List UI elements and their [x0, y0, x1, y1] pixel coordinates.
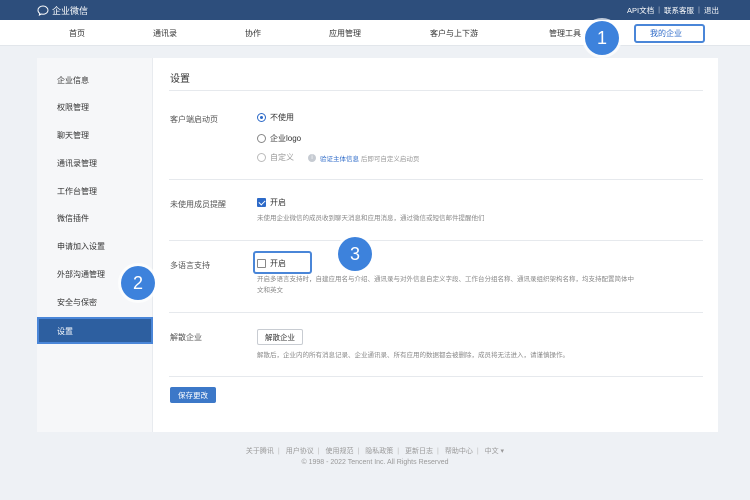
- nav-customers[interactable]: 客户与上下游: [430, 28, 478, 39]
- language-select[interactable]: 中文 ▾: [485, 448, 504, 455]
- top-bar: 企业微信 API文档 | 联系客服 | 退出: [0, 0, 750, 20]
- multilang-description: 开启多语言支持时，自建应用名与介绍、通讯录与对外信息自定义字段、工作台分组名称、…: [257, 274, 707, 296]
- option-label: 自定义: [270, 153, 294, 162]
- page-title: 设置: [170, 74, 190, 85]
- reminder-label: 未使用成员提醒: [170, 200, 226, 209]
- verify-suffix: 后即可自定义启动页: [360, 155, 420, 163]
- contact-support-link[interactable]: 联系客服: [664, 5, 694, 16]
- divider: [169, 312, 703, 313]
- api-docs-link[interactable]: API文档: [627, 5, 654, 16]
- footer-link-privacy[interactable]: 隐私政策: [365, 448, 393, 455]
- nav-app-management[interactable]: 应用管理: [329, 28, 361, 39]
- nav-contacts[interactable]: 通讯录: [153, 28, 177, 39]
- checkbox-label: 开启: [270, 198, 286, 207]
- save-changes-button[interactable]: 保存更改: [170, 387, 216, 403]
- footer-links: 关于腾讯 | 用户协议 | 使用规范 | 隐私政策 | 更新日志 | 帮助中心 | 中文 ▾: [245, 448, 505, 455]
- info-icon: i: [308, 153, 316, 162]
- nav-management-tools[interactable]: 管理工具: [549, 28, 581, 39]
- radio-selected[interactable]: [257, 113, 266, 122]
- sidebar-item-enterprise-info[interactable]: 企业信息: [57, 75, 89, 86]
- desc-line: 文和英文: [257, 287, 283, 294]
- highlight-box-multilang: [253, 251, 312, 274]
- checkbox-checked[interactable]: [257, 198, 266, 207]
- nav-collaboration[interactable]: 协作: [245, 28, 261, 39]
- radio[interactable]: [257, 134, 266, 143]
- divider: [169, 240, 703, 241]
- startup-option-none[interactable]: 不使用: [257, 112, 294, 123]
- sidebar-item-chat[interactable]: 聊天管理: [57, 130, 89, 141]
- highlight-box-my-enterprise: [634, 24, 705, 43]
- verify-entity-link[interactable]: 验证主体信息: [320, 156, 359, 163]
- option-label: 企业logo: [270, 134, 302, 143]
- divider: [169, 90, 703, 91]
- footer-link-changelog[interactable]: 更新日志: [405, 448, 433, 455]
- reminder-toggle[interactable]: 开启: [257, 197, 286, 208]
- sidebar-item-wechat-plugin[interactable]: 微信插件: [57, 213, 89, 224]
- radio-disabled: [257, 153, 266, 162]
- startup-option-logo[interactable]: 企业logo: [257, 133, 301, 144]
- step-badge-1: 1: [585, 21, 619, 55]
- startup-label: 客户端启动页: [170, 115, 218, 124]
- sidebar-item-label: 设置: [57, 327, 73, 336]
- top-links: API文档 | 联系客服 | 退出: [627, 5, 719, 16]
- main-nav: 首页 通讯录 协作 应用管理 客户与上下游 管理工具 我的企业: [0, 20, 750, 46]
- footer-link-help[interactable]: 帮助中心: [445, 448, 473, 455]
- sidebar-item-permissions[interactable]: 权限管理: [57, 102, 89, 113]
- sidebar-item-security[interactable]: 安全与保密: [57, 297, 97, 308]
- app-logo[interactable]: 企业微信: [37, 4, 88, 16]
- footer-link-terms[interactable]: 用户协议: [286, 448, 314, 455]
- sidebar-item-contacts[interactable]: 通讯录管理: [57, 158, 97, 169]
- nav-home[interactable]: 首页: [69, 28, 85, 39]
- sidebar-item-workbench[interactable]: 工作台管理: [57, 186, 97, 197]
- wecom-logo-icon: [37, 4, 49, 16]
- multilang-label: 多语言支持: [170, 261, 210, 270]
- dissolve-button[interactable]: 解散企业: [257, 329, 303, 345]
- step-badge-3: 3: [338, 237, 372, 271]
- logout-link[interactable]: 退出: [704, 5, 719, 16]
- main-panel: 企业信息 权限管理 聊天管理 通讯录管理 工作台管理 微信插件 申请加入设置 外…: [37, 58, 718, 432]
- sidebar: 企业信息 权限管理 聊天管理 通讯录管理 工作台管理 微信插件 申请加入设置 外…: [37, 58, 153, 432]
- divider: |: [698, 5, 700, 14]
- divider: |: [658, 5, 661, 14]
- settings-content: 设置 客户端启动页 不使用 企业logo 自定义 i 验证主体信息 后即可自定义…: [153, 58, 718, 432]
- copyright: © 1998 - 2022 Tencent Inc. All Rights Re…: [301, 459, 449, 466]
- option-label: 不使用: [270, 113, 294, 122]
- startup-option-custom: 自定义 i 验证主体信息 后即可自定义启动页: [257, 152, 419, 163]
- desc-line: 开启多语言支持时，自建应用名与介绍、通讯录与对外信息自定义字段、工作台分组名称、…: [257, 276, 634, 283]
- app-title: 企业微信: [52, 5, 89, 16]
- sidebar-item-join-settings[interactable]: 申请加入设置: [57, 241, 105, 252]
- sidebar-item-external-comm[interactable]: 外部沟通管理: [57, 269, 105, 280]
- footer-link-about[interactable]: 关于腾讯: [246, 448, 274, 455]
- dissolve-description: 解散后，企业内的所有消息记录、企业通讯录、所有应用的数据都会被删除，成员将无法进…: [257, 352, 569, 359]
- divider: [169, 376, 703, 377]
- footer-link-rules[interactable]: 使用规范: [325, 448, 353, 455]
- step-badge-2: 2: [121, 266, 155, 300]
- dissolve-label: 解散企业: [170, 333, 202, 342]
- sidebar-item-settings[interactable]: 设置: [37, 317, 153, 344]
- divider: [169, 179, 703, 180]
- reminder-description: 未使用企业微信的成员收到聊天消息和应用消息，通过微信或短信邮件提醒他们: [257, 215, 485, 222]
